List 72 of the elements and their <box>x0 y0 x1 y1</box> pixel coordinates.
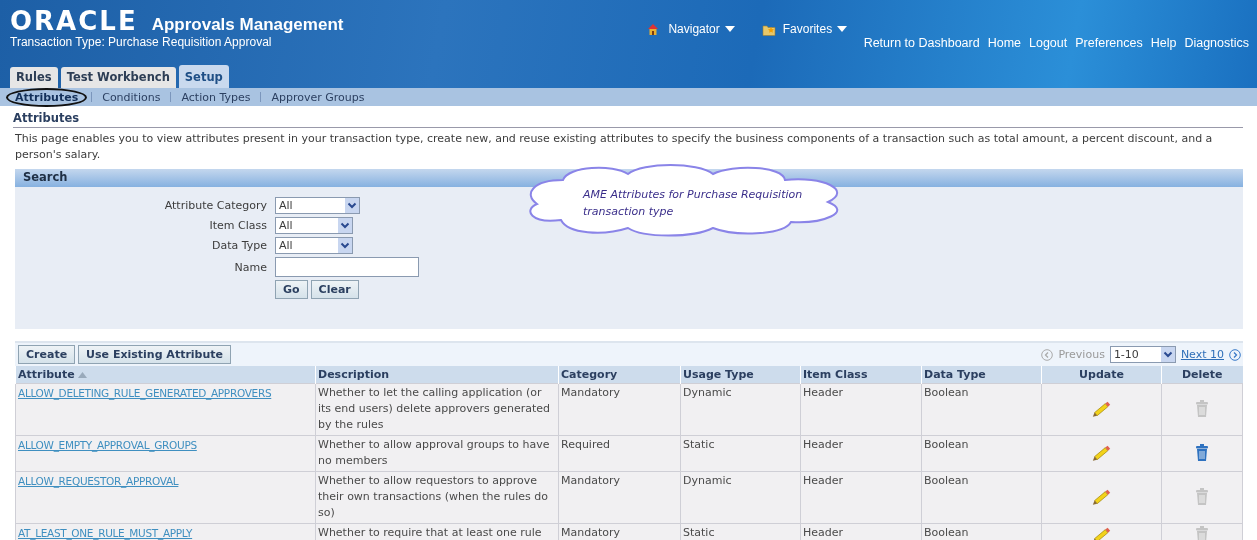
field-label: Name <box>233 260 267 274</box>
table-cell: Whether to let the calling application (or its end users) delete approvers generated by the rules <box>315 383 559 436</box>
tab[interactable]: Setup <box>178 65 229 88</box>
tab[interactable]: Test Workbench <box>60 67 176 88</box>
pencil-icon <box>1091 443 1112 463</box>
menu-link[interactable]: Navigator <box>668 22 720 36</box>
column-header: Usage Type <box>680 366 801 384</box>
table-cell: Static <box>680 435 801 472</box>
header-link[interactable]: Return to Dashboard <box>863 36 980 50</box>
column-header: Item Class <box>800 366 922 384</box>
caret-icon <box>724 26 735 32</box>
folder-star-icon <box>761 22 776 36</box>
table-cell: Boolean <box>921 383 1042 436</box>
previous-icon <box>1041 348 1054 361</box>
dropdown[interactable]: All <box>275 237 353 254</box>
column-header: Delete <box>1161 366 1243 384</box>
button[interactable]: Create <box>18 345 76 364</box>
subtab[interactable]: Conditions <box>96 89 167 105</box>
pencil-icon <box>1091 399 1112 419</box>
column-header: Category <box>558 366 681 384</box>
header-link[interactable]: Preferences <box>1075 36 1143 50</box>
page-description: This page enables you to view attributes present in your transaction type, create new, and reuse existing attributes to specify the business components of a transaction such as total amount, a percent discount, and a person's salary. <box>15 131 1214 163</box>
field-label: Attribute Category <box>163 199 267 212</box>
header-link[interactable]: Home <box>987 36 1021 50</box>
column-header: Update <box>1041 366 1162 384</box>
column-header: Data Type <box>921 366 1042 384</box>
subtab[interactable]: Action Types <box>175 89 257 105</box>
header-link[interactable]: Logout <box>1029 36 1068 50</box>
sort-ascending-icon <box>77 372 87 378</box>
dropdown[interactable]: All <box>275 197 360 214</box>
table-cell: Boolean <box>921 471 1042 524</box>
attribute-link[interactable]: ALLOW_EMPTY_APPROVAL_GROUPS <box>18 439 197 451</box>
callout-text: AME Attributes for Purchase Requisition transaction type <box>583 187 804 220</box>
attribute-link[interactable]: ALLOW_DELETING_RULE_GENERATED_APPROVERS <box>18 387 272 399</box>
button[interactable]: Use Existing Attribute <box>78 345 232 364</box>
field-label: Data Type <box>210 239 267 252</box>
tab[interactable]: Rules <box>10 67 58 88</box>
dropdown[interactable]: All <box>275 217 353 234</box>
attribute-link[interactable]: ALLOW_REQUESTOR_APPROVAL <box>18 475 179 487</box>
field-label: Item Class <box>208 219 267 232</box>
table-cell: Whether to allow approval groups to have no members <box>315 435 559 472</box>
subtab[interactable]: Approver Groups <box>265 89 371 105</box>
transaction-type-label: Transaction Type: Purchase Requisition Approval <box>10 35 273 49</box>
input-field[interactable] <box>275 257 419 277</box>
table-cell: Required <box>558 435 681 472</box>
app-title: Approvals Management <box>151 15 344 35</box>
header-link[interactable]: Help <box>1150 36 1177 50</box>
table-cell: Whether to allow requestors to approve their own transactions (when the rules do so) <box>315 471 559 524</box>
pencil-icon <box>1091 525 1112 540</box>
button[interactable]: Go <box>275 280 308 299</box>
table-cell: Dynamic <box>680 471 801 524</box>
trash-icon[interactable] <box>1195 444 1209 462</box>
table-cell: Mandatory <box>558 383 681 436</box>
table-cell: Header <box>800 471 922 524</box>
table-cell: Dynamic <box>680 383 801 436</box>
page-title: Attributes <box>13 106 1243 128</box>
header-link[interactable]: Diagnostics <box>1184 36 1249 50</box>
table-cell: Header <box>800 383 922 436</box>
caret-icon <box>837 26 848 32</box>
oracle-logo: ORACLE <box>10 8 138 34</box>
menu-link[interactable]: Favorites <box>782 22 833 36</box>
subtab[interactable]: Attributes <box>6 87 88 107</box>
column-header[interactable]: Attribute <box>15 366 316 384</box>
next-icon <box>1229 348 1241 361</box>
table-cell: Boolean <box>921 435 1042 472</box>
table-cell: Header <box>800 435 922 472</box>
pencil-icon <box>1091 487 1112 507</box>
range-dropdown[interactable]: 1-10 <box>1109 346 1176 363</box>
button[interactable]: Clear <box>310 280 359 299</box>
table-cell: Mandatory <box>558 471 681 524</box>
column-header: Description <box>315 366 559 384</box>
next-link[interactable]: Next 10 <box>1180 348 1224 361</box>
